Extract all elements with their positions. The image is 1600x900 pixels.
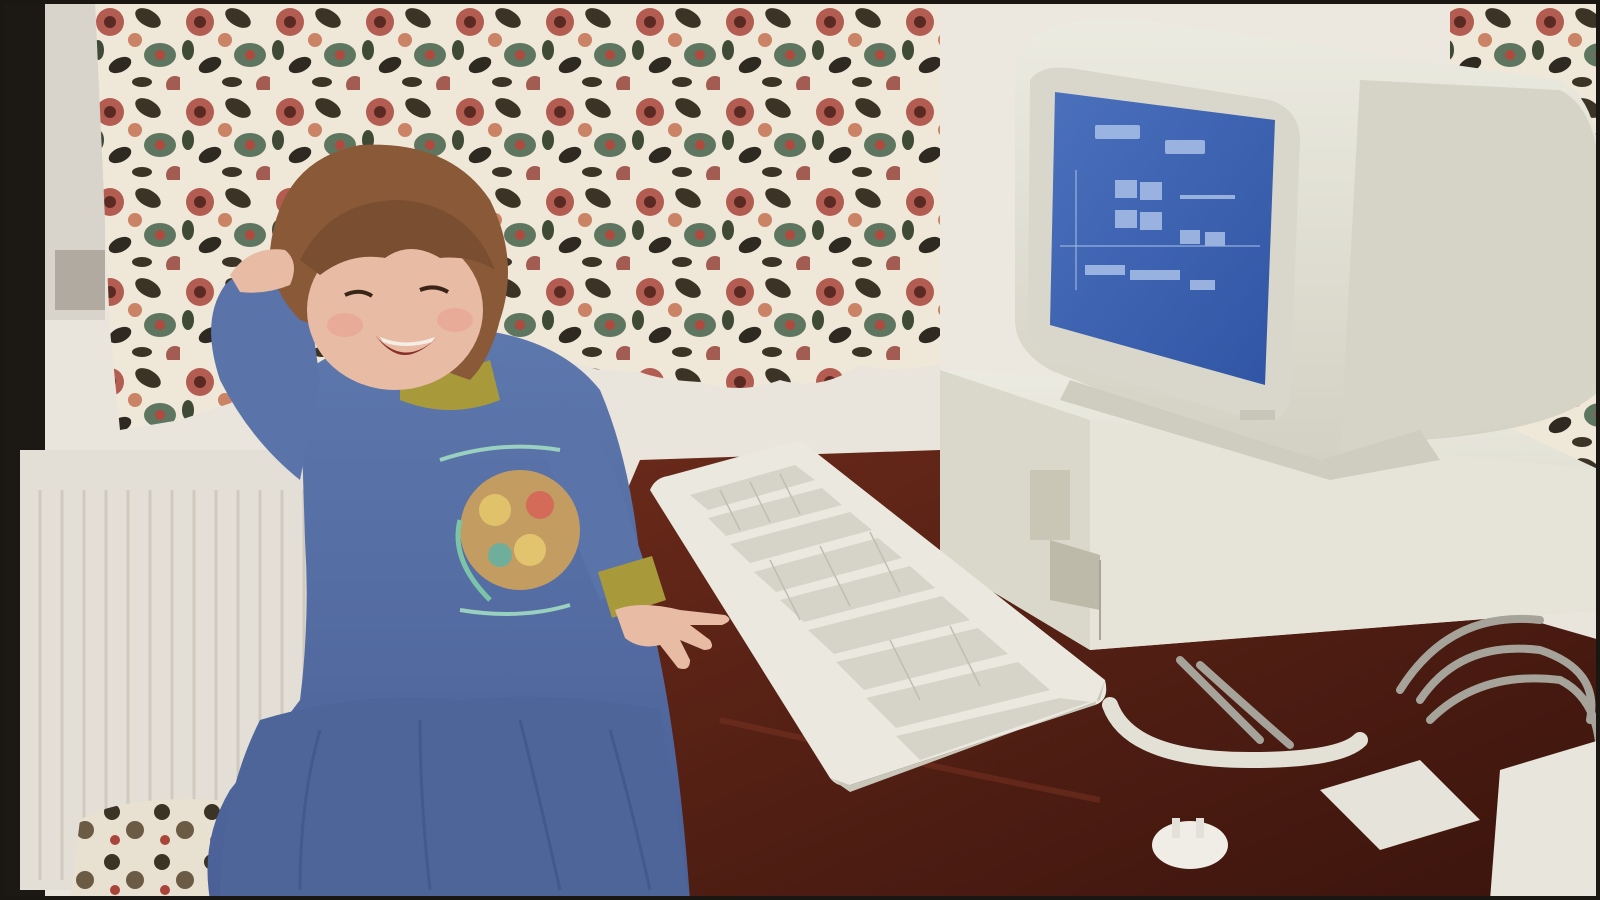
- photo-scene: [0, 0, 1600, 900]
- photo-illustration: [0, 0, 1600, 900]
- crt-monitor: [1015, 19, 1600, 480]
